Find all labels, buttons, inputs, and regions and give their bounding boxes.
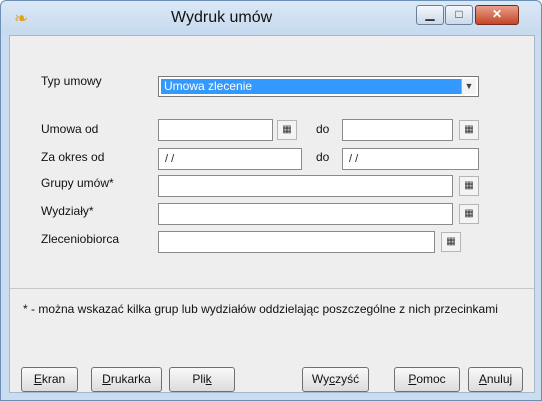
grupy-input[interactable] <box>158 175 453 197</box>
anuluj-button[interactable]: Anuluj <box>468 367 523 392</box>
divider <box>10 288 534 289</box>
footnote-text: * - można wskazać kilka grup lub wydział… <box>23 302 498 316</box>
maximize-icon: □ <box>455 7 463 21</box>
umowa-od-label: Umowa od <box>41 122 99 136</box>
plik-button[interactable]: Plik <box>169 367 235 392</box>
wyczysc-label-pre: Wy <box>311 372 330 386</box>
umowa-do-label: do <box>316 122 330 136</box>
wyczysc-label: zyść <box>335 372 360 386</box>
plik-accel: k <box>205 372 212 386</box>
wydzialy-picker-button[interactable]: ▦ <box>459 204 479 224</box>
window-title: Wydruk umów <box>171 9 273 26</box>
za-okres-label: Za okres od <box>41 150 105 164</box>
picker-icon: ▦ <box>446 236 456 247</box>
umowa-do-picker-button[interactable]: ▦ <box>459 120 479 140</box>
app-icon: ❧ <box>14 9 29 28</box>
pomoc-label: omoc <box>416 372 446 386</box>
umowa-od-input[interactable] <box>158 119 273 141</box>
pomoc-button[interactable]: Pomoc <box>394 367 460 392</box>
anuluj-label: nuluj <box>486 372 513 386</box>
maximize-button[interactable]: □ <box>445 5 473 25</box>
drukarka-label: rukarka <box>110 372 151 386</box>
ekran-button[interactable]: Ekran <box>21 367 78 392</box>
za-okres-to-input[interactable]: / / <box>342 148 479 170</box>
za-okres-from-input[interactable]: / / <box>158 148 302 170</box>
ekran-label: kran <box>41 372 66 386</box>
wyczysc-button[interactable]: Wyczyść <box>302 367 369 392</box>
drukarka-accel: D <box>102 372 111 386</box>
dialog-content: Typ umowy Umowa zlecenie ▼ Umowa od ▦ do… <box>9 35 535 393</box>
type-select[interactable]: Umowa zlecenie ▼ <box>158 76 479 97</box>
type-label: Typ umowy <box>41 74 102 88</box>
drukarka-button[interactable]: Drukarka <box>91 367 162 392</box>
za-okres-do-label: do <box>316 150 330 164</box>
anuluj-accel: A <box>478 372 487 386</box>
picker-icon: ▦ <box>464 124 474 135</box>
wydzialy-label: Wydziały* <box>41 204 94 218</box>
close-button[interactable]: ✕ <box>475 5 519 25</box>
grupy-picker-button[interactable]: ▦ <box>459 176 479 196</box>
umowa-od-picker-button[interactable]: ▦ <box>277 120 297 140</box>
minimize-icon: ▁ <box>425 7 435 21</box>
dialog-window: ❧ Wydruk umów ▁ □ ✕ Typ umowy Umowa zlec… <box>0 0 542 401</box>
umowa-do-input[interactable] <box>342 119 453 141</box>
zleceniobiorca-label: Zleceniobiorca <box>41 232 120 246</box>
title-bar[interactable]: ❧ Wydruk umów ▁ □ ✕ <box>1 1 541 35</box>
plik-label: Pli <box>192 372 206 386</box>
chevron-down-icon[interactable]: ▼ <box>461 79 476 94</box>
grupy-label: Grupy umów* <box>41 176 114 190</box>
minimize-button[interactable]: ▁ <box>416 5 444 25</box>
ekran-accel: E <box>33 372 42 386</box>
wydzialy-input[interactable] <box>158 203 453 225</box>
picker-icon: ▦ <box>464 180 474 191</box>
zleceniobiorca-picker-button[interactable]: ▦ <box>441 232 461 252</box>
zleceniobiorca-input[interactable] <box>158 231 435 253</box>
picker-icon: ▦ <box>464 208 474 219</box>
type-selected-value: Umowa zlecenie <box>161 79 462 94</box>
close-icon: ✕ <box>491 7 503 21</box>
picker-icon: ▦ <box>282 124 292 135</box>
